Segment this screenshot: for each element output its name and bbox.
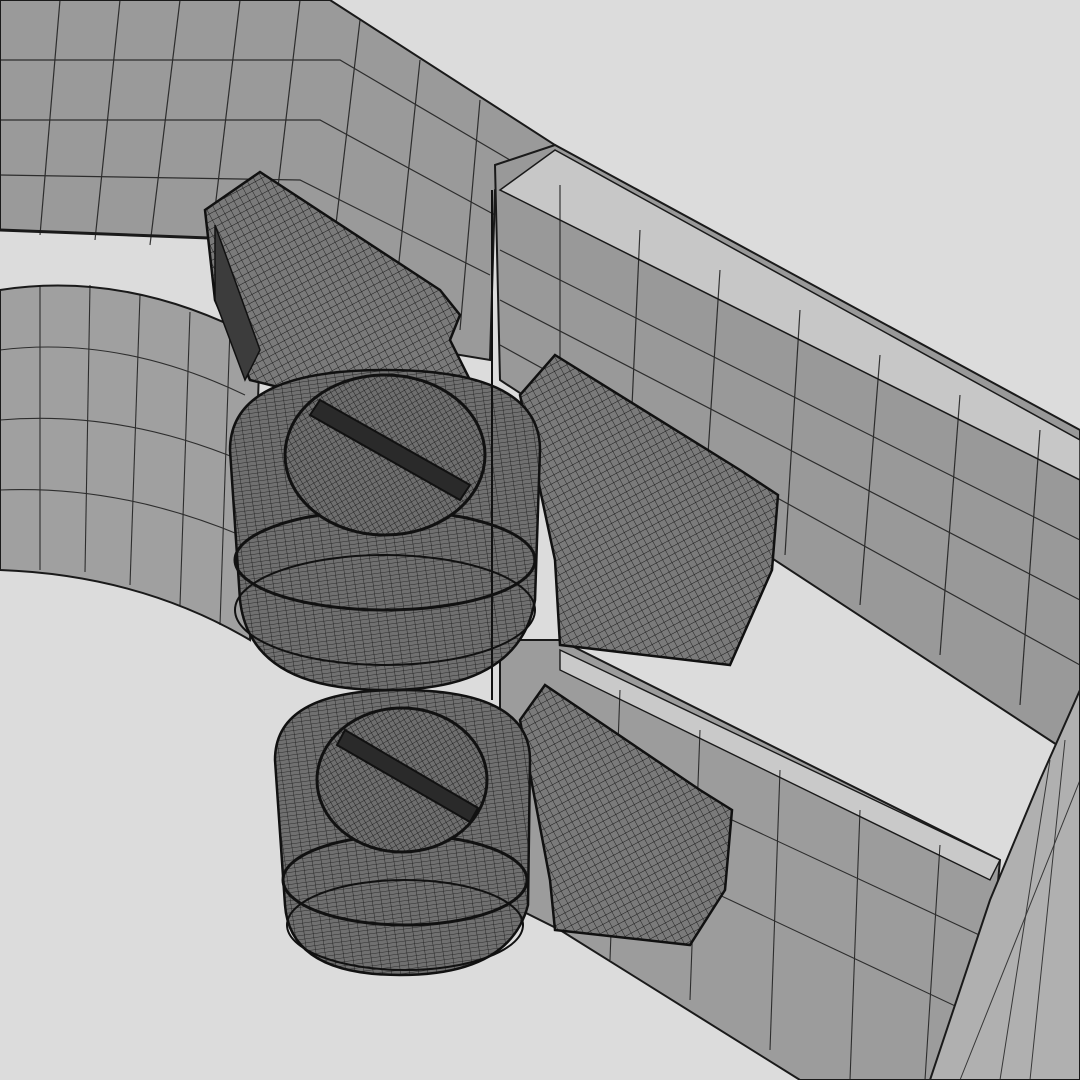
upper-screw-head[interactable] <box>283 373 487 537</box>
3d-viewport[interactable] <box>0 0 1080 1080</box>
lower-screw-head[interactable] <box>315 706 489 854</box>
